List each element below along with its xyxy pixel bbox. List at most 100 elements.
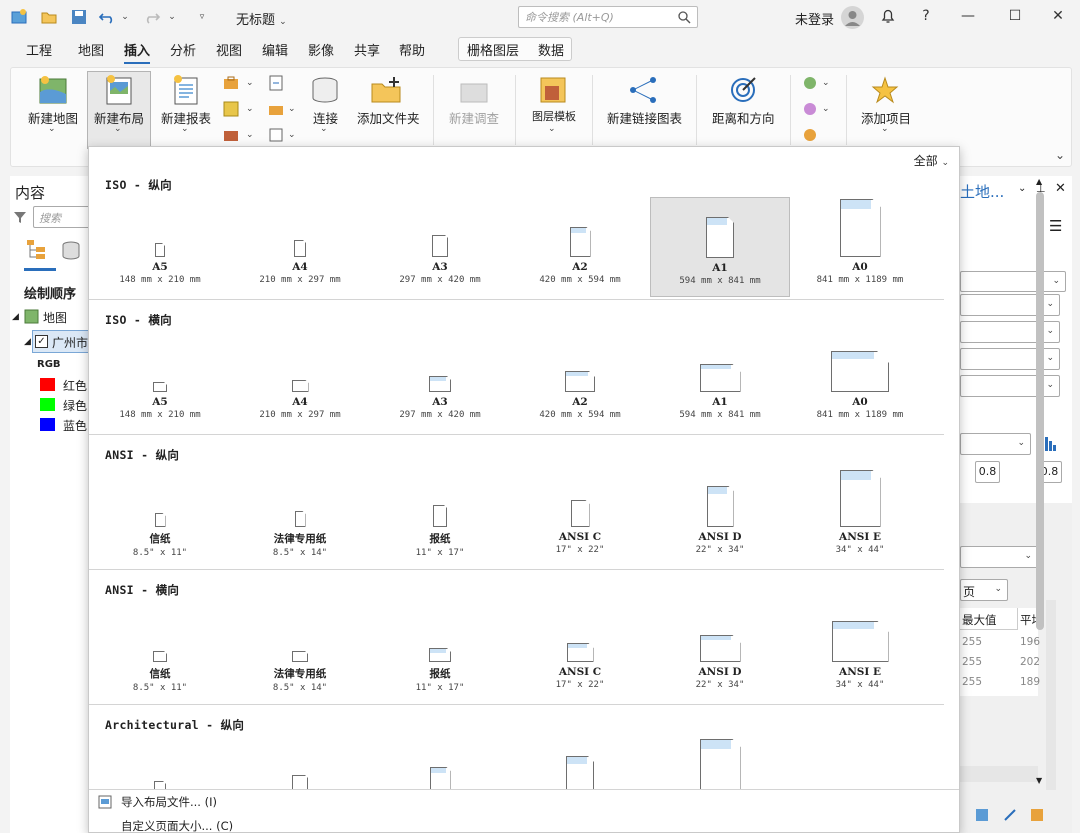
page-size-tile[interactable]: A3 297 mm x 420 mm — [370, 197, 510, 297]
layer-name[interactable]: 广州市 — [52, 334, 88, 351]
close-pane-icon[interactable]: ✕ — [1055, 181, 1066, 196]
page-size-tile[interactable]: 法律专用纸 8.5" x 14" — [230, 602, 370, 702]
map-node-label[interactable]: 地图 — [43, 309, 67, 326]
ribbon-collapse-icon[interactable]: ⌄ — [1055, 148, 1065, 162]
notebook-small-icon[interactable] — [267, 126, 285, 147]
symbology-dropdown[interactable]: ⌄ — [960, 271, 1066, 292]
list-by-source-icon[interactable] — [60, 240, 82, 265]
toolbox-small-icon-1[interactable] — [222, 74, 240, 95]
page-size-tile[interactable]: A0 841 mm x 1189 mm — [790, 332, 930, 432]
import-layout-file-item[interactable]: 导入布局文件... (I) — [97, 791, 217, 813]
chevron-down-icon[interactable]: ⌄ — [1018, 183, 1026, 194]
page-size-tile[interactable]: 报纸 11" x 17" — [370, 467, 510, 567]
statistics-dropdown[interactable]: ⌄ — [960, 433, 1031, 455]
page-size-tile[interactable]: ANSI D 22" x 34" — [650, 602, 790, 702]
expand-map-icon[interactable]: ◢ — [12, 312, 19, 322]
save-icon[interactable] — [70, 8, 88, 26]
gallery-scroll-thumb[interactable] — [1036, 192, 1044, 630]
new-link-chart-button[interactable]: 新建链接图表 — [607, 108, 682, 127]
expand-layer-icon[interactable]: ◢ — [24, 337, 31, 347]
tab-data[interactable]: 数据 — [538, 40, 564, 59]
new-project-icon[interactable] — [10, 8, 28, 26]
chevron-down-icon[interactable]: ⌄ — [246, 130, 254, 140]
page-size-tile[interactable]: A4 210 mm x 297 mm — [230, 332, 370, 432]
project-title[interactable]: 无标题 ⌄ — [236, 9, 287, 28]
tab-imagery[interactable]: 影像 — [308, 40, 334, 59]
page-size-tile[interactable] — [510, 737, 650, 789]
undo-icon[interactable] — [98, 8, 116, 26]
scroll-down-icon[interactable]: ▼ — [1036, 776, 1042, 785]
chevron-down-icon[interactable]: ⌄ — [246, 78, 254, 88]
stats-horizontal-scrollbar[interactable] — [960, 766, 1038, 782]
page-size-tile[interactable] — [90, 737, 230, 789]
graphics-small-icon-3[interactable] — [801, 126, 819, 147]
new-report-dropdown-icon[interactable]: ⌄ — [181, 124, 189, 134]
layer-template-dropdown-icon[interactable]: ⌄ — [548, 124, 556, 134]
chevron-down-icon[interactable]: ⌄ — [288, 130, 296, 140]
undo-dropdown-icon[interactable]: ⌄ — [116, 8, 134, 26]
import-map-icon[interactable] — [267, 74, 285, 95]
tab-raster-layer[interactable]: 栅格图层 — [467, 40, 519, 59]
page-size-tile[interactable]: A4 210 mm x 297 mm — [230, 197, 370, 297]
chevron-down-icon[interactable]: ⌄ — [822, 104, 830, 114]
gallery-scrollbar[interactable]: ▲ ▼ — [1033, 177, 1047, 789]
pane-footer-icon-2[interactable] — [1003, 808, 1017, 825]
page-size-tile[interactable] — [230, 737, 370, 789]
page-size-tile[interactable]: A2 420 mm x 594 mm — [510, 332, 650, 432]
graphics-small-icon-2[interactable] — [801, 100, 819, 121]
avatar[interactable] — [841, 6, 864, 29]
task-small-icon[interactable] — [222, 126, 240, 147]
layer-template-button[interactable]: 图层模板 — [532, 108, 576, 124]
page-size-tile[interactable]: 信纸 8.5" x 11" — [90, 602, 230, 702]
layer-visibility-checkbox[interactable]: ✓ — [35, 335, 48, 348]
page-size-tile[interactable]: A1 594 mm x 841 mm — [650, 197, 790, 297]
tab-insert[interactable]: 插入 — [124, 40, 151, 64]
tab-map[interactable]: 地图 — [78, 40, 104, 59]
tab-help[interactable]: 帮助 — [399, 40, 425, 59]
scroll-up-icon[interactable]: ▲ — [1036, 177, 1042, 186]
toolbox-small-icon-2[interactable] — [267, 100, 285, 121]
page-size-tile[interactable]: A5 148 mm x 210 mm — [90, 197, 230, 297]
page-size-tile[interactable]: 报纸 11" x 17" — [370, 602, 510, 702]
page-size-tile[interactable]: A0 841 mm x 1189 mm — [790, 197, 930, 297]
pane-footer-icon-3[interactable] — [1030, 808, 1044, 825]
page-size-tile[interactable]: A5 148 mm x 210 mm — [90, 332, 230, 432]
page-size-tile[interactable]: ANSI C 17" x 22" — [510, 467, 650, 567]
chevron-down-icon[interactable]: ⌄ — [288, 104, 296, 114]
filter-icon[interactable] — [12, 209, 28, 228]
add-item-dropdown-icon[interactable]: ⌄ — [881, 124, 889, 134]
style-small-icon[interactable] — [222, 100, 240, 121]
tab-analysis[interactable]: 分析 — [170, 40, 196, 59]
stats-page-dropdown[interactable]: 页 ⌄ — [960, 579, 1008, 601]
page-size-tile[interactable]: ANSI C 17" x 22" — [510, 602, 650, 702]
chevron-down-icon[interactable]: ⌄ — [246, 104, 254, 114]
new-layout-dropdown-icon[interactable]: ⌄ — [114, 124, 122, 134]
stats-band-dropdown[interactable]: ⌄ — [960, 546, 1038, 568]
pane-footer-icon-1[interactable] — [975, 808, 989, 825]
page-size-tile[interactable]: A2 420 mm x 594 mm — [510, 197, 650, 297]
help-button[interactable]: ? — [916, 6, 936, 26]
page-size-tile[interactable]: A3 297 mm x 420 mm — [370, 332, 510, 432]
tab-view[interactable]: 视图 — [216, 40, 242, 59]
sign-in-link[interactable]: 未登录 — [795, 9, 834, 28]
command-search-input[interactable]: 命令搜索 (Alt+Q) — [518, 6, 698, 28]
page-size-tile[interactable] — [370, 737, 510, 789]
notifications-bell-icon[interactable] — [878, 6, 898, 26]
gamma-input-1[interactable]: 0.8 — [975, 461, 1000, 483]
page-size-tile[interactable]: ANSI E 34" x 44" — [790, 467, 930, 567]
add-folder-button[interactable]: 添加文件夹 — [357, 108, 420, 127]
close-window-button[interactable]: ✕ — [1048, 6, 1068, 26]
tab-share[interactable]: 共享 — [354, 40, 380, 59]
open-project-icon[interactable] — [40, 8, 58, 26]
redo-dropdown-icon[interactable]: ⌄ — [163, 8, 181, 26]
connect-dropdown-icon[interactable]: ⌄ — [320, 124, 328, 134]
list-by-drawing-order-icon[interactable] — [25, 238, 47, 263]
page-size-tile[interactable]: ANSI D 22" x 34" — [650, 467, 790, 567]
page-size-tile[interactable]: 信纸 8.5" x 11" — [90, 467, 230, 567]
tab-edit[interactable]: 编辑 — [262, 40, 288, 59]
chevron-down-icon[interactable]: ⌄ — [822, 78, 830, 88]
menu-icon[interactable]: ☰ — [1049, 217, 1062, 235]
maximize-button[interactable]: ☐ — [1005, 6, 1025, 26]
page-size-tile[interactable] — [650, 737, 790, 789]
tab-project[interactable]: 工程 — [26, 40, 52, 59]
